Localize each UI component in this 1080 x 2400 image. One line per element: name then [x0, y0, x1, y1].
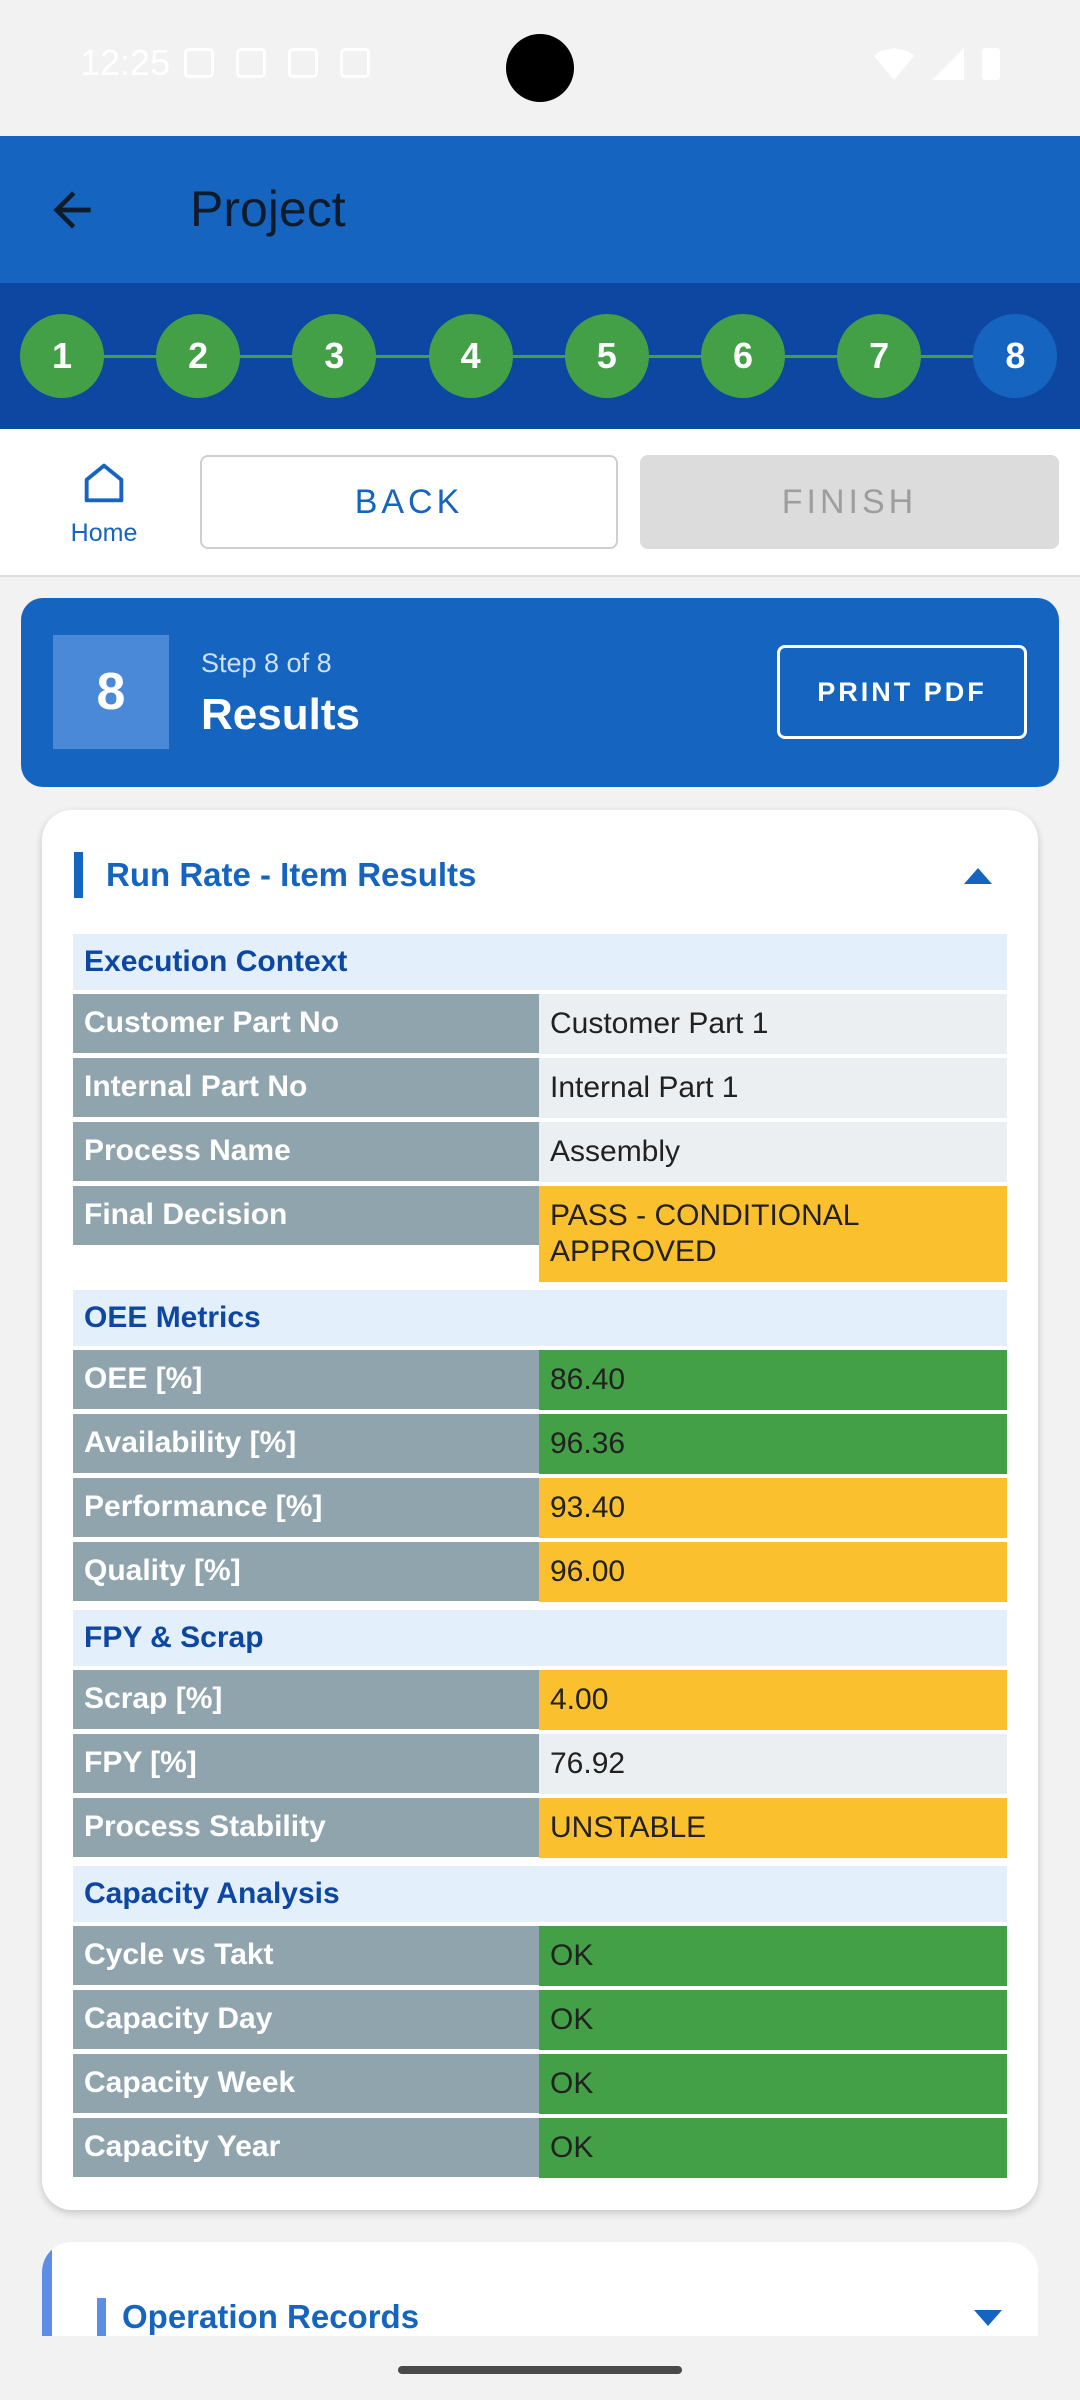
- table-row: Final Decision PASS - CONDITIONAL APPROVE…: [73, 1186, 1007, 1282]
- table-row: Process Name Assembly: [73, 1122, 1007, 1182]
- row-value: 76.92: [539, 1734, 1007, 1794]
- section-accent-bar: [97, 2298, 106, 2338]
- row-value: 86.40: [539, 1350, 1007, 1410]
- download-icon: [236, 48, 266, 78]
- step-header-card: 8 Step 8 of 8 Results PRINT PDF: [21, 598, 1059, 787]
- row-label: Process Stability: [73, 1798, 539, 1857]
- row-label: Process Name: [73, 1122, 539, 1181]
- row-value: Customer Part 1: [539, 994, 1007, 1054]
- battery-icon: [982, 48, 1000, 80]
- row-value: OK: [539, 2118, 1007, 2178]
- collapse-caret-icon[interactable]: [964, 868, 992, 884]
- notification-icons: [184, 48, 370, 78]
- back-arrow-icon[interactable]: [44, 182, 100, 238]
- row-label: FPY [%]: [73, 1734, 539, 1793]
- shield-icon: [184, 48, 214, 78]
- step-number: 8: [53, 635, 169, 749]
- status-time: 12:25: [80, 42, 171, 83]
- home-label: Home: [70, 519, 138, 547]
- back-button[interactable]: BACK: [200, 455, 618, 549]
- row-value: UNSTABLE: [539, 1798, 1007, 1858]
- table-row: Process Stability UNSTABLE: [73, 1798, 1007, 1858]
- row-value: PASS - CONDITIONAL APPROVED: [539, 1186, 1007, 1282]
- page-title: Project: [190, 181, 346, 237]
- results-table: Execution Context Customer Part No Custome…: [73, 934, 1007, 2182]
- step-subtitle: Step 8 of 8: [201, 648, 332, 678]
- step-6-circle[interactable]: 6: [701, 314, 785, 398]
- wifi-icon: [874, 48, 914, 80]
- operation-records-title: Operation Records: [122, 2298, 420, 2335]
- table-row: Availability [%] 96.36: [73, 1414, 1007, 1474]
- step-2-circle[interactable]: 2: [156, 314, 241, 398]
- row-value: 4.00: [539, 1670, 1007, 1730]
- finish-button[interactable]: FINISH: [640, 455, 1059, 549]
- camera-cutout: [506, 34, 574, 102]
- table-row: OEE [%] 86.40: [73, 1350, 1007, 1410]
- table-row: Performance [%] 93.40: [73, 1478, 1007, 1538]
- row-label: Performance [%]: [73, 1478, 539, 1537]
- group-header: Capacity Analysis: [73, 1866, 1007, 1922]
- row-label: Customer Part No: [73, 994, 539, 1053]
- step-3-circle[interactable]: 3: [292, 314, 377, 398]
- row-value: 96.00: [539, 1542, 1007, 1602]
- app-bar: Project: [0, 136, 1080, 283]
- table-row: Cycle vs Takt OK: [73, 1926, 1007, 1986]
- row-label: Capacity Year: [73, 2118, 539, 2177]
- row-value: Internal Part 1: [539, 1058, 1007, 1118]
- row-label: Scrap [%]: [73, 1670, 539, 1729]
- step-8-circle[interactable]: 8: [973, 314, 1058, 398]
- row-label: Internal Part No: [73, 1058, 539, 1117]
- step-4-circle[interactable]: 4: [428, 314, 513, 398]
- signal-icon: [932, 48, 964, 80]
- sd-card-icon: [288, 48, 318, 78]
- step-7-circle[interactable]: 7: [837, 314, 922, 398]
- step-5-circle[interactable]: 5: [564, 314, 649, 398]
- print-pdf-button[interactable]: PRINT PDF: [777, 645, 1027, 739]
- table-row: Customer Part No Customer Part 1: [73, 994, 1007, 1054]
- table-row: Capacity Day OK: [73, 1990, 1007, 2050]
- row-value: OK: [539, 1990, 1007, 2050]
- gesture-handle[interactable]: [398, 2366, 682, 2374]
- expand-caret-icon[interactable]: [974, 2310, 1002, 2326]
- row-label: Cycle vs Takt: [73, 1926, 539, 1985]
- home-button[interactable]: Home: [52, 457, 156, 557]
- row-value: OK: [539, 2054, 1007, 2114]
- row-label: OEE [%]: [73, 1350, 539, 1409]
- app-icon: [340, 48, 370, 78]
- step-1-circle[interactable]: 1: [20, 314, 104, 398]
- results-section-header[interactable]: Run Rate - Item Results: [74, 852, 1006, 900]
- system-icons: [874, 48, 1000, 80]
- results-card: Run Rate - Item Results Execution Contex…: [42, 810, 1038, 2210]
- section-accent-bar: [74, 852, 83, 898]
- row-label: Final Decision: [73, 1186, 539, 1245]
- gesture-nav-area: [0, 2336, 1080, 2400]
- table-row: Scrap [%] 4.00: [73, 1670, 1007, 1730]
- row-label: Capacity Day: [73, 1990, 539, 2049]
- row-value: 96.36: [539, 1414, 1007, 1474]
- status-bar: 12:25: [0, 0, 1080, 136]
- results-section-title: Run Rate - Item Results: [106, 856, 477, 893]
- row-value: OK: [539, 1926, 1007, 1986]
- row-label: Capacity Week: [73, 2054, 539, 2113]
- group-header: Execution Context: [73, 934, 1007, 990]
- step-title: Results: [201, 690, 360, 739]
- home-icon: [84, 463, 124, 503]
- table-row: Capacity Year OK: [73, 2118, 1007, 2178]
- row-label: Quality [%]: [73, 1542, 539, 1601]
- row-label: Availability [%]: [73, 1414, 539, 1473]
- step-progress: 12345678: [0, 283, 1080, 429]
- group-header: OEE Metrics: [73, 1290, 1007, 1346]
- table-row: Quality [%] 96.00: [73, 1542, 1007, 1602]
- row-value: 93.40: [539, 1478, 1007, 1538]
- table-row: Internal Part No Internal Part 1: [73, 1058, 1007, 1118]
- table-row: FPY [%] 76.92: [73, 1734, 1007, 1794]
- nav-row: Home BACK FINISH: [0, 429, 1080, 577]
- row-value: Assembly: [539, 1122, 1007, 1182]
- group-header: FPY & Scrap: [73, 1610, 1007, 1666]
- table-row: Capacity Week OK: [73, 2054, 1007, 2114]
